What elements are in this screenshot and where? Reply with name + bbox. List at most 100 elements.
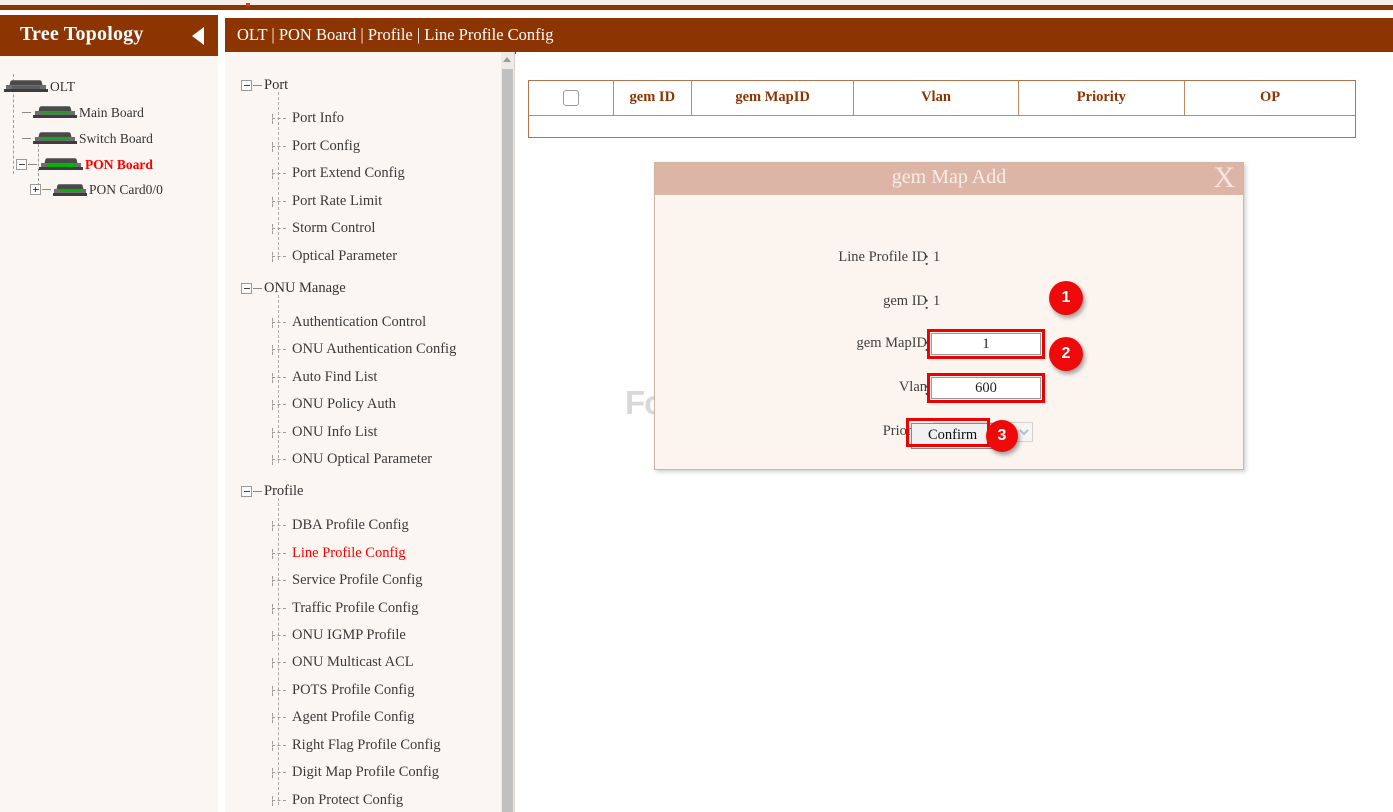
line-profile-id-label: Line Profile ID [838, 249, 927, 266]
tree-topology-panel: Tree Topology OLT Main Board [0, 15, 218, 812]
menu-item-onu-policy-auth[interactable]: ONU Policy Auth [272, 396, 396, 413]
collapse-minus-icon[interactable] [241, 283, 252, 294]
menu-item-right-flag-profile-config[interactable]: Right Flag Profile Config [272, 737, 441, 754]
tree-node-pon-board[interactable]: PON Board [16, 156, 153, 173]
menu-item-digit-map-profile-config[interactable]: Digit Map Profile Config [272, 764, 439, 781]
tree-branch-tick [272, 146, 286, 147]
menu-item-label: ONU IGMP Profile [292, 627, 406, 643]
menu-group-label: Profile [264, 483, 303, 499]
tree-branch-dash [253, 85, 262, 86]
gem-map-table: gem ID gem MapID Vlan Priority OP [528, 80, 1356, 138]
tree-node-main-board[interactable]: Main Board [22, 104, 144, 121]
tree-branch-tick [272, 377, 286, 378]
tree-branch-tick [272, 256, 286, 257]
tree-node-pon-card[interactable]: PON Card0/0 [30, 181, 163, 198]
menu-item-port-extend-config[interactable]: Port Extend Config [272, 165, 405, 182]
tree-node-label: PON Card0/0 [89, 182, 163, 197]
tree-branch-tick [272, 322, 286, 323]
line-profile-id-value: 1 [933, 249, 940, 266]
column-priority: Priority [1018, 81, 1184, 115]
menu-item-label: Right Flag Profile Config [292, 737, 441, 753]
menu-group-label: Port [264, 77, 288, 93]
tree-topology-body: OLT Main Board Switch Board PON Board [0, 56, 218, 812]
menu-item-label: Pon Protect Config [292, 792, 403, 808]
tree-branch-tick [272, 553, 286, 554]
menu-item-storm-control[interactable]: Storm Control [272, 220, 375, 237]
menu-item-agent-profile-config[interactable]: Agent Profile Config [272, 709, 414, 726]
gem-mapid-input[interactable] [931, 333, 1041, 355]
menu-item-onu-info-list[interactable]: ONU Info List [272, 424, 377, 441]
collapse-minus-icon[interactable] [241, 486, 252, 497]
tree-branch-tick [272, 459, 286, 460]
table-header-row: gem ID gem MapID Vlan Priority OP [529, 81, 1355, 115]
menu-item-label: DBA Profile Config [292, 517, 409, 533]
tree-node-olt[interactable]: OLT [4, 78, 75, 95]
table-empty-row [529, 115, 1355, 137]
tree-branch-tick [272, 717, 286, 718]
tree-node-switch-board[interactable]: Switch Board [22, 130, 153, 147]
column-op: OP [1185, 81, 1355, 115]
tree-branch-tick [272, 432, 286, 433]
menu-item-onu-multicast-acl[interactable]: ONU Multicast ACL [272, 654, 414, 671]
column-gem-id: gem ID [613, 81, 691, 115]
menu-item-label: ONU Info List [292, 424, 377, 440]
menu-item-line-profile-config[interactable]: Line Profile Config [272, 545, 406, 562]
scroll-up-arrow-icon[interactable] [503, 57, 511, 62]
menu-item-label: Port Extend Config [292, 165, 405, 181]
tree-branch-tick [272, 173, 286, 174]
tree-branch-dash [253, 288, 262, 289]
top-accent-bar [0, 0, 1393, 10]
breadcrumb: OLT | PON Board | Profile | Line Profile… [237, 25, 554, 45]
expand-plus-icon[interactable] [30, 184, 41, 195]
gem-mapid-label: gem MapID [857, 335, 927, 352]
menu-item-label: Auto Find List [292, 369, 377, 385]
triangle-left-icon[interactable] [192, 27, 204, 45]
menu-item-pots-profile-config[interactable]: POTS Profile Config [272, 682, 414, 699]
select-all-checkbox[interactable] [563, 90, 579, 106]
confirm-button[interactable]: Confirm [911, 423, 994, 449]
menu-item-label: Port Rate Limit [292, 193, 382, 209]
tree-node-label: PON Board [85, 157, 153, 172]
dialog-title-bar: gem Map Add X [655, 163, 1243, 195]
collapse-minus-icon[interactable] [241, 80, 252, 91]
menu-item-port-info[interactable]: Port Info [272, 110, 344, 127]
menu-item-label: Agent Profile Config [292, 709, 414, 725]
breadcrumb-bar: OLT | PON Board | Profile | Line Profile… [225, 18, 1393, 54]
menu-item-dba-profile-config[interactable]: DBA Profile Config [272, 517, 409, 534]
close-icon[interactable]: X [1213, 161, 1235, 195]
menu-group-profile[interactable]: Profile [241, 483, 303, 500]
menu-item-optical-parameter[interactable]: Optical Parameter [272, 248, 397, 265]
menu-item-port-config[interactable]: Port Config [272, 138, 360, 155]
menu-item-onu-authentication-config[interactable]: ONU Authentication Config [272, 341, 456, 358]
menu-item-auto-find-list[interactable]: Auto Find List [272, 369, 377, 386]
step-badge-1: 1 [1049, 281, 1083, 315]
menu-item-onu-optical-parameter[interactable]: ONU Optical Parameter [272, 451, 432, 468]
menu-group-port[interactable]: Port [241, 77, 288, 94]
gem-id-label: gem ID [883, 293, 927, 310]
menu-group-onu-manage[interactable]: ONU Manage [241, 280, 346, 297]
menu-item-pon-protect-config[interactable]: Pon Protect Config [272, 792, 403, 809]
tree-branch-tick [272, 662, 286, 663]
menu-item-authentication-control[interactable]: Authentication Control [272, 314, 426, 331]
menu-scrollbar-track[interactable] [501, 52, 514, 812]
menu-item-label: Digit Map Profile Config [292, 764, 439, 780]
menu-item-onu-igmp-profile[interactable]: ONU IGMP Profile [272, 627, 406, 644]
tree-branch-tick [272, 525, 286, 526]
tree-branch-tick [272, 745, 286, 746]
tree-node-label: OLT [50, 79, 75, 94]
menu-item-traffic-profile-config[interactable]: Traffic Profile Config [272, 600, 418, 617]
menu-item-label: Port Config [292, 138, 360, 154]
tree-branch-dash [28, 164, 37, 165]
collapse-minus-icon[interactable] [16, 159, 27, 170]
menu-item-service-profile-config[interactable]: Service Profile Config [272, 572, 422, 589]
menu-item-label: Port Info [292, 110, 344, 126]
menu-item-label: Line Profile Config [292, 545, 406, 561]
menu-item-port-rate-limit[interactable]: Port Rate Limit [272, 193, 382, 210]
menu-scrollbar-thumb[interactable] [502, 69, 513, 812]
tree-branch-tick [272, 118, 286, 119]
tree-branch-tick [272, 608, 286, 609]
board-icon [33, 132, 77, 145]
tree-branch-tick [272, 201, 286, 202]
vlan-input[interactable] [931, 377, 1041, 399]
board-icon [33, 106, 77, 119]
